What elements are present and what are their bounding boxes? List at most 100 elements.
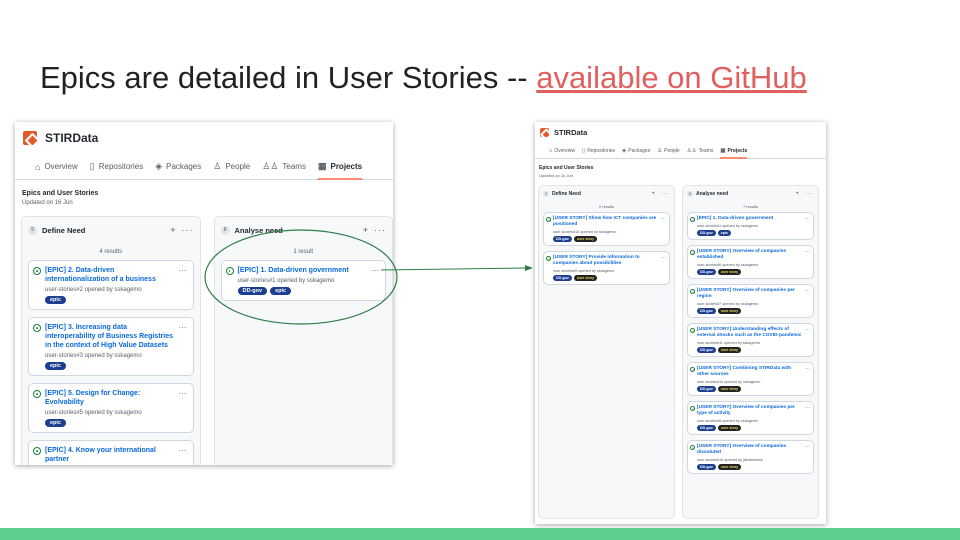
issue-title-link[interactable]: [USER STORY] Overview of companies disso…: [697, 444, 803, 456]
tab-people[interactable]: ♙ People: [657, 143, 680, 158]
label-user-story[interactable]: user story: [717, 347, 742, 353]
issue-card[interactable]: [EPIC] 3. Increasing data interoperabili…: [28, 317, 194, 376]
column-menu-button[interactable]: ···: [182, 225, 194, 235]
label-epic[interactable]: epic: [717, 230, 731, 236]
org-header: STIRData: [15, 122, 393, 154]
tab-repositories[interactable]: ▯ Repositories: [582, 143, 615, 158]
card-header: [USER STORY] Combining STIRData with oth…: [690, 366, 810, 378]
issue-card[interactable]: [USER STORY] Overview of companies per t…: [687, 401, 814, 435]
label-did-gov[interactable]: DD-gov: [553, 275, 572, 281]
issue-title-link[interactable]: [USER STORY] Overview of companies per r…: [697, 288, 803, 300]
label-did-gov[interactable]: DD-gov: [237, 287, 268, 295]
tab-projects[interactable]: ▦ Projects: [317, 154, 363, 180]
card-menu-button[interactable]: ···: [805, 288, 810, 294]
label-did-gov[interactable]: DD-gov: [697, 347, 716, 353]
issue-card[interactable]: [EPIC] 5. Design for Change: Evolvabilit…: [28, 383, 194, 433]
issue-title-link[interactable]: [USER STORY] Overview of companies per t…: [697, 405, 803, 417]
tab-packages[interactable]: ◈ Packages: [622, 143, 650, 158]
tab-projects[interactable]: ▦ Projects: [720, 143, 747, 159]
label-did-gov[interactable]: DD-gov: [697, 269, 716, 275]
label-did-gov[interactable]: DD-gov: [697, 308, 716, 314]
issue-title-link[interactable]: [EPIC] 1. Data-driven government: [238, 266, 368, 275]
label-did-gov[interactable]: DD-gov: [697, 386, 716, 392]
issue-title-link[interactable]: [USER STORY] Show how ICT companies are …: [553, 216, 659, 228]
issue-title-link[interactable]: [USER STORY] Understanding effects of ex…: [697, 327, 803, 339]
add-item-button[interactable]: +: [795, 191, 800, 197]
add-item-button[interactable]: +: [170, 225, 176, 235]
issue-labels: DD-gov user story: [697, 308, 810, 314]
label-user-story[interactable]: user story: [717, 269, 742, 275]
card-header: [EPIC] 1. Data-driven government ···: [225, 266, 379, 275]
org-name[interactable]: STIRData: [554, 128, 587, 137]
label-epic[interactable]: epic: [45, 296, 67, 304]
issue-title-link[interactable]: [USER STORY] Overview of companies estab…: [697, 249, 803, 261]
issue-title-link[interactable]: [EPIC] 2. Data-driven internationalizati…: [45, 266, 175, 284]
issue-card[interactable]: [EPIC] 2. Data-driven internationalizati…: [28, 260, 194, 310]
card-menu-button[interactable]: ···: [179, 446, 187, 455]
label-did-gov[interactable]: DD-gov: [697, 425, 716, 431]
card-menu-button[interactable]: ···: [805, 444, 810, 450]
card-menu-button[interactable]: ···: [805, 366, 810, 372]
label-user-story[interactable]: user story: [717, 425, 742, 431]
issue-card[interactable]: [EPIC] 1. Data-driven government ··· user-…: [220, 260, 386, 301]
issue-card[interactable]: [USER STORY] Overview of companies disso…: [687, 440, 814, 474]
card-menu-button[interactable]: ···: [805, 405, 810, 411]
issue-title-link[interactable]: [USER STORY] Combining STIRData with oth…: [697, 366, 803, 378]
card-menu-button[interactable]: ···: [805, 249, 810, 255]
label-user-story[interactable]: user story: [573, 236, 598, 242]
card-menu-button[interactable]: ···: [661, 216, 666, 222]
issue-meta: user-stories#16 opened by jakubklimek: [697, 458, 763, 462]
tab-repositories[interactable]: ▯ Repositories: [90, 154, 143, 179]
column-header: 8 Analyse need + ···: [220, 217, 387, 243]
issue-title-link[interactable]: [EPIC] 5. Design for Change: Evolvabilit…: [45, 389, 175, 407]
issue-card[interactable]: [USER STORY] Combining STIRData with oth…: [687, 362, 814, 396]
add-item-button[interactable]: +: [363, 225, 369, 235]
label-did-gov[interactable]: DD-gov: [697, 230, 716, 236]
card-menu-button[interactable]: ···: [805, 327, 810, 333]
card-menu-button[interactable]: ···: [805, 216, 810, 222]
tab-packages[interactable]: ◈ Packages: [155, 154, 201, 179]
label-epic[interactable]: epic: [270, 287, 292, 295]
label-epic[interactable]: epic: [45, 419, 67, 427]
card-menu-button[interactable]: ···: [179, 389, 187, 398]
tab-teams[interactable]: ♙♙ Teams: [687, 143, 714, 158]
issue-meta: user-stories#14 opened by sskagemo: [697, 380, 761, 384]
github-link[interactable]: available on GitHub: [536, 60, 807, 95]
tab-people[interactable]: ♙ People: [213, 154, 250, 179]
issue-card[interactable]: [USER STORY] Provide information to comp…: [543, 251, 670, 285]
issue-card[interactable]: [USER STORY] Overview of companies estab…: [687, 245, 814, 279]
issue-title-link[interactable]: [EPIC] 3. Increasing data interoperabili…: [45, 323, 175, 350]
issue-card[interactable]: [EPIC] 1. Data-driven government ··· user-…: [687, 212, 814, 240]
label-user-story[interactable]: user story: [717, 386, 742, 392]
issue-title-link[interactable]: [EPIC] 1. Data-driven government: [697, 216, 803, 222]
package-icon: ◈: [622, 147, 627, 154]
label-did-gov[interactable]: DD-gov: [553, 236, 572, 242]
issue-title-link[interactable]: [USER STORY] Provide information to comp…: [553, 255, 659, 267]
column-menu-button[interactable]: ···: [805, 191, 814, 197]
column-menu-button[interactable]: ···: [661, 191, 670, 197]
tab-overview[interactable]: ⌂ Overview: [549, 143, 575, 158]
board-column: 9 Define Need + ··· 2 results [USER STORY] Sh…: [538, 185, 675, 519]
tab-teams[interactable]: ♙♙ Teams: [262, 154, 306, 179]
issue-title-link[interactable]: [EPIC] 4. Know your international partne…: [45, 446, 175, 464]
tab-overview[interactable]: ⌂ Overview: [35, 154, 78, 179]
label-epic[interactable]: epic: [45, 362, 67, 370]
issue-card[interactable]: [USER STORY] Show how ICT companies are …: [543, 212, 670, 246]
org-name[interactable]: STIRData: [45, 131, 98, 145]
issue-card[interactable]: [EPIC] 4. Know your international partne…: [28, 440, 194, 465]
label-user-story[interactable]: user story: [717, 308, 742, 314]
repo-icon: ▯: [89, 161, 95, 171]
column-menu-button[interactable]: ···: [374, 225, 386, 235]
issue-open-icon: [33, 324, 41, 332]
card-menu-button[interactable]: ···: [371, 266, 379, 275]
issue-card[interactable]: [USER STORY] Overview of companies per r…: [687, 284, 814, 318]
issue-card[interactable]: [USER STORY] Understanding effects of ex…: [687, 323, 814, 357]
card-menu-button[interactable]: ···: [179, 323, 187, 332]
label-did-gov[interactable]: DD-gov: [697, 464, 716, 470]
org-tabs: ⌂ Overview ▯ Repositories ◈ Packages ♙ People ♙♙…: [15, 154, 393, 180]
label-user-story[interactable]: user story: [573, 275, 598, 281]
card-menu-button[interactable]: ···: [179, 266, 187, 275]
label-user-story[interactable]: user story: [717, 464, 742, 470]
card-menu-button[interactable]: ···: [661, 255, 666, 261]
add-item-button[interactable]: +: [651, 191, 656, 197]
